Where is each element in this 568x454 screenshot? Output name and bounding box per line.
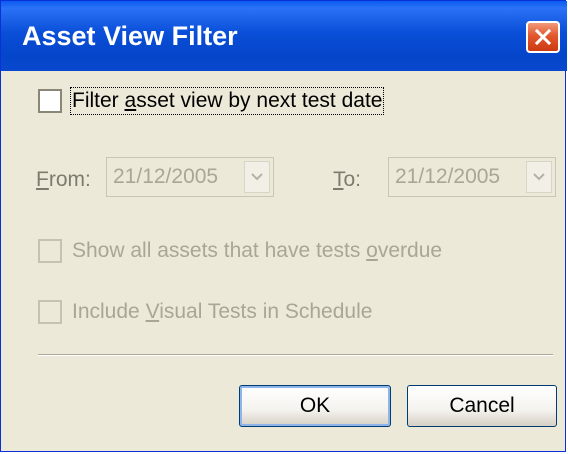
asset-view-filter-dialog: Asset View Filter Filter asset view by n… bbox=[0, 0, 567, 452]
chevron-down-icon bbox=[251, 173, 263, 181]
separator bbox=[38, 354, 553, 356]
dialog-title: Asset View Filter bbox=[22, 21, 238, 51]
filter-by-date-checkbox[interactable] bbox=[38, 89, 62, 113]
overdue-checkbox[interactable] bbox=[38, 239, 62, 263]
filter-by-date-label[interactable]: Filter asset view by next test date bbox=[69, 87, 385, 115]
from-label: From: bbox=[36, 168, 91, 191]
chevron-down-icon bbox=[533, 173, 545, 181]
close-button[interactable] bbox=[526, 21, 560, 53]
ok-button[interactable]: OK bbox=[239, 385, 391, 427]
cancel-button[interactable]: Cancel bbox=[407, 385, 557, 427]
from-date-value: 21/12/2005 bbox=[113, 165, 219, 188]
to-date-dropdown-button[interactable] bbox=[526, 161, 552, 193]
overdue-checkbox-row[interactable]: Show all assets that have tests overdue bbox=[38, 239, 442, 263]
overdue-label: Show all assets that have tests overdue bbox=[72, 239, 443, 262]
filter-by-date-checkbox-row[interactable]: Filter asset view by next test date bbox=[38, 87, 385, 115]
visual-tests-label: Include Visual Tests in Schedule bbox=[72, 300, 373, 323]
to-label: To: bbox=[333, 168, 362, 191]
dialog-content: Filter asset view by next test date From… bbox=[5, 71, 561, 447]
from-date-dropdown-button[interactable] bbox=[244, 161, 270, 193]
visual-tests-checkbox[interactable] bbox=[38, 300, 62, 324]
to-date-dropdown[interactable]: 21/12/2005 bbox=[388, 157, 556, 197]
title-bar[interactable]: Asset View Filter bbox=[1, 1, 567, 71]
visual-tests-checkbox-row[interactable]: Include Visual Tests in Schedule bbox=[38, 300, 372, 324]
from-date-dropdown[interactable]: 21/12/2005 bbox=[106, 157, 274, 197]
to-date-value: 21/12/2005 bbox=[395, 165, 501, 188]
close-icon bbox=[534, 28, 552, 46]
